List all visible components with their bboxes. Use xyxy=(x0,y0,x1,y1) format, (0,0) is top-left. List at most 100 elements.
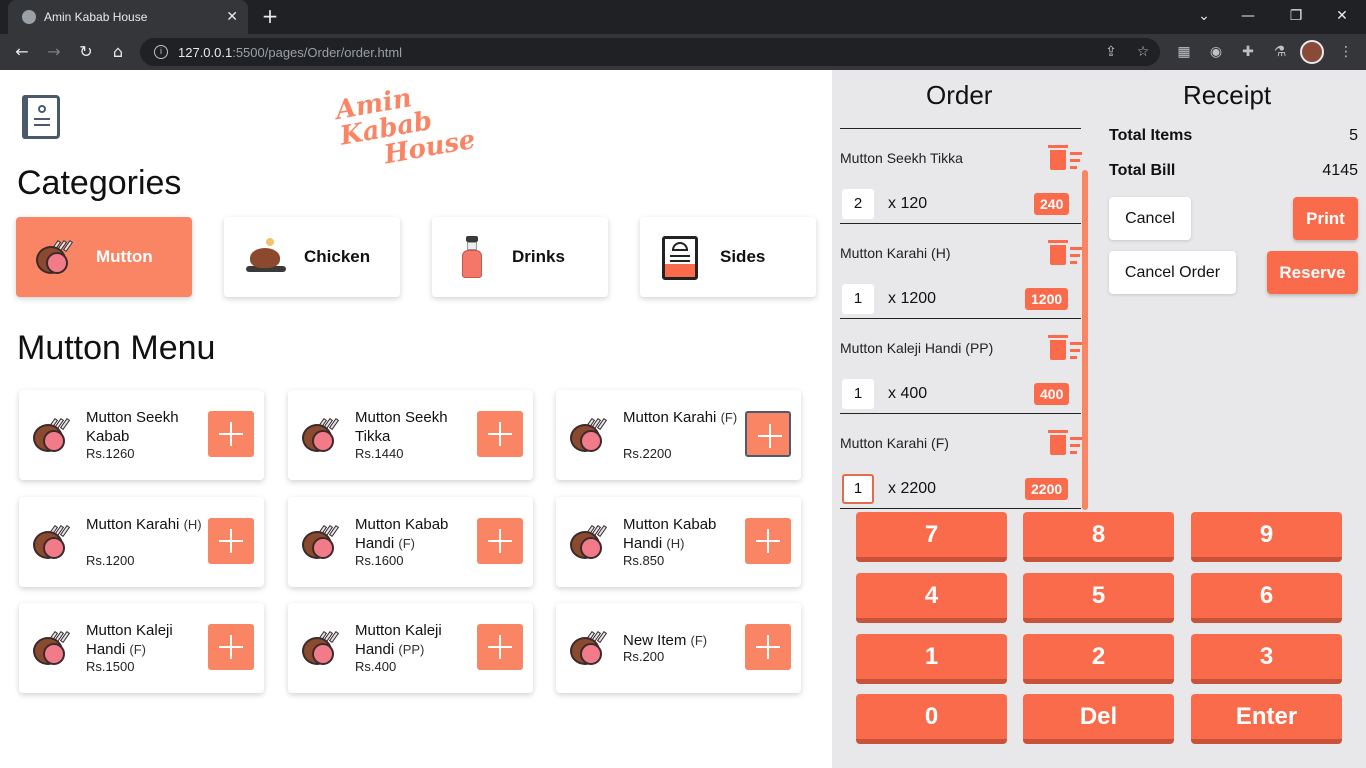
delete-trash-icon[interactable] xyxy=(1046,333,1082,363)
menu-item-name: New Item (F) xyxy=(623,632,708,649)
add-item-button[interactable] xyxy=(208,518,254,564)
menu-item-price: Rs.1200 xyxy=(86,553,135,568)
qty-input[interactable]: 1 xyxy=(842,284,874,314)
restore-icon[interactable]: ❐ xyxy=(1284,4,1308,28)
browser-toolbar: ← → ↻ ⌂ i 127.0.0.1:5500/pages/Order/ord… xyxy=(0,34,1366,70)
info-icon[interactable]: i xyxy=(154,45,168,59)
menu-item-name: Mutton Karahi (F) xyxy=(623,409,738,426)
menu-item-price: Rs.850 xyxy=(623,553,665,568)
back-icon[interactable]: ← xyxy=(10,40,34,64)
cancel-button[interactable]: Cancel xyxy=(1109,197,1191,240)
share-icon[interactable]: ⇪ xyxy=(1101,40,1121,64)
key-0[interactable]: 0 xyxy=(856,694,1007,744)
key-2[interactable]: 2 xyxy=(1023,634,1174,684)
menu-item-card: Mutton Karahi (H) Rs.1200 xyxy=(19,497,264,587)
qty-input[interactable]: 2 xyxy=(842,189,874,219)
minimize-icon[interactable]: — xyxy=(1236,4,1260,28)
divider xyxy=(840,508,1081,509)
unit-price: x 1200 xyxy=(888,290,937,307)
key-8[interactable]: 8 xyxy=(1023,512,1174,562)
category-label: Sides xyxy=(720,247,766,266)
mutton-icon xyxy=(33,627,73,669)
add-item-button[interactable] xyxy=(745,518,791,564)
home-icon[interactable]: ⌂ xyxy=(106,40,130,64)
menu-item-card: Mutton Seekh Kabab Rs.1260 xyxy=(19,390,264,480)
category-label: Chicken xyxy=(304,247,371,266)
order-panel: Order Receipt Mutton Seekh Tikka 2 x 120… xyxy=(832,70,1366,768)
unit-price: x 120 xyxy=(888,195,928,212)
qr-icon[interactable]: ▦ xyxy=(1172,40,1196,64)
add-item-button[interactable] xyxy=(745,624,791,670)
globe-icon xyxy=(22,10,36,24)
delete-trash-icon[interactable] xyxy=(1046,428,1082,458)
key-enter[interactable]: Enter xyxy=(1191,694,1342,744)
qty-input[interactable]: 1 xyxy=(842,474,874,504)
key-del[interactable]: Del xyxy=(1023,694,1174,744)
key-5[interactable]: 5 xyxy=(1023,573,1174,623)
line-total-badge: 2200 xyxy=(1025,478,1069,500)
add-item-button[interactable] xyxy=(208,624,254,670)
menu-item-card: Mutton Seekh Tikka Rs.1440 xyxy=(288,390,533,480)
menu-item-card: New Item (F) Rs.200 xyxy=(556,603,801,693)
menu-book-icon[interactable] xyxy=(22,95,60,139)
print-button[interactable]: Print xyxy=(1293,197,1358,240)
key-6[interactable]: 6 xyxy=(1191,573,1342,623)
close-window-icon[interactable]: ✕ xyxy=(1330,4,1354,28)
bookmark-star-icon[interactable]: ☆ xyxy=(1133,40,1153,64)
tab-search-icon[interactable]: ⌄ xyxy=(1192,4,1216,28)
line-total-badge: 240 xyxy=(1034,193,1070,215)
add-item-button[interactable] xyxy=(477,624,523,670)
mutton-icon xyxy=(302,414,342,456)
qty-input[interactable]: 1 xyxy=(842,379,874,409)
divider xyxy=(840,318,1081,319)
total-items-value: 5 xyxy=(1349,127,1358,144)
category-mutton[interactable]: Mutton xyxy=(16,217,192,297)
menu-item-name: Mutton Kaleji Handi (F) xyxy=(86,622,173,658)
url-host: 127.0.0.1 xyxy=(178,44,233,60)
add-item-button[interactable] xyxy=(745,411,791,457)
menu-item-card: Mutton Kabab Handi (H) Rs.850 xyxy=(556,497,801,587)
mutton-icon xyxy=(302,627,342,669)
camera-icon[interactable]: ◉ xyxy=(1204,40,1228,64)
browser-tab[interactable]: Amin Kabab House ✕ xyxy=(8,0,248,34)
menu-item-name: Mutton Kabab Handi (F) xyxy=(355,516,449,552)
kebab-menu-icon[interactable]: ⋮ xyxy=(1334,40,1358,64)
key-9[interactable]: 9 xyxy=(1191,512,1342,562)
browser-tab-strip: Amin Kabab House ✕ + ⌄ — ❐ ✕ xyxy=(0,0,1366,34)
labs-flask-icon[interactable]: ⚗ xyxy=(1268,40,1292,64)
add-item-button[interactable] xyxy=(477,518,523,564)
url-path: :5500/pages/Order/order.html xyxy=(232,44,403,60)
profile-avatar[interactable] xyxy=(1300,40,1324,64)
order-list: Mutton Seekh Tikka 2 x 120 240 Mutton Ka… xyxy=(840,127,1082,509)
order-scrollbar[interactable] xyxy=(1082,170,1088,510)
mutton-icon xyxy=(36,236,78,278)
chicken-icon xyxy=(244,236,286,278)
delete-trash-icon[interactable] xyxy=(1046,238,1082,268)
add-item-button[interactable] xyxy=(208,411,254,457)
reload-icon[interactable]: ↻ xyxy=(74,40,98,64)
add-item-button[interactable] xyxy=(477,411,523,457)
category-label: Mutton xyxy=(96,247,153,266)
category-sides[interactable]: Sides xyxy=(640,217,816,297)
key-4[interactable]: 4 xyxy=(856,573,1007,623)
line-total-badge: 400 xyxy=(1034,383,1070,405)
address-bar[interactable]: i 127.0.0.1:5500/pages/Order/order.html xyxy=(140,38,1160,66)
category-drinks[interactable]: Drinks xyxy=(432,217,608,297)
cancel-order-button[interactable]: Cancel Order xyxy=(1109,251,1236,294)
order-item-name: Mutton Kaleji Handi (PP) xyxy=(840,340,994,356)
category-chicken[interactable]: Chicken xyxy=(224,217,400,297)
mutton-icon xyxy=(570,627,610,669)
key-7[interactable]: 7 xyxy=(856,512,1007,562)
divider xyxy=(840,413,1081,414)
order-item-name: Mutton Karahi (F) xyxy=(840,435,949,451)
sides-icon xyxy=(660,236,702,280)
key-1[interactable]: 1 xyxy=(856,634,1007,684)
delete-trash-icon[interactable] xyxy=(1046,143,1082,173)
reserve-button[interactable]: Reserve xyxy=(1267,251,1358,294)
divider xyxy=(840,223,1081,224)
extensions-icon[interactable]: ✚ xyxy=(1236,40,1260,64)
key-3[interactable]: 3 xyxy=(1191,634,1342,684)
forward-icon[interactable]: → xyxy=(42,40,66,64)
new-tab-icon[interactable]: + xyxy=(258,4,282,28)
close-tab-icon[interactable]: ✕ xyxy=(226,9,238,25)
